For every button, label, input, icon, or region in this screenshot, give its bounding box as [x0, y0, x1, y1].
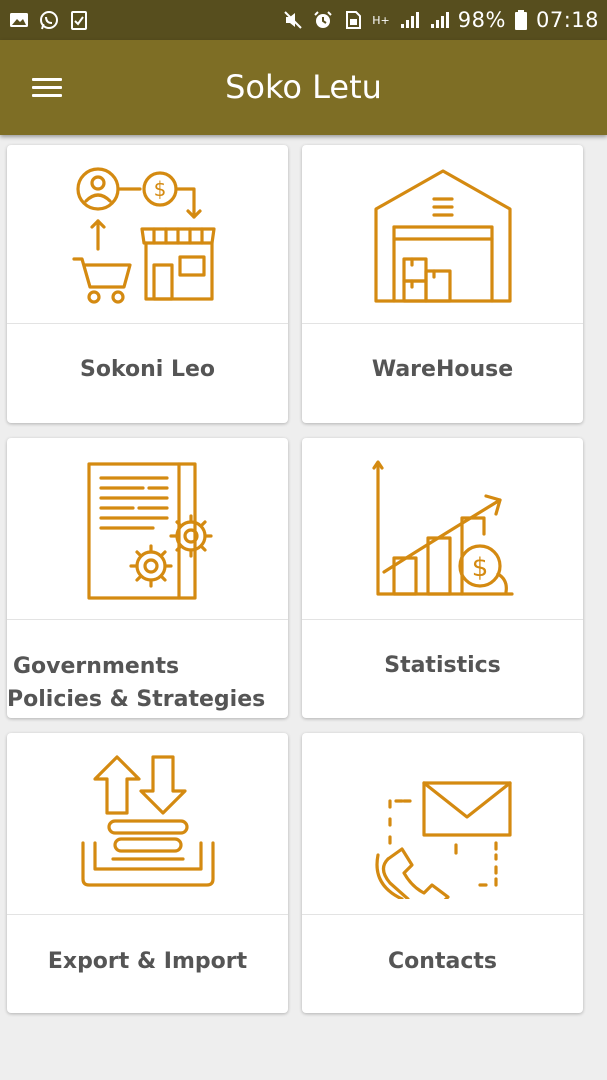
- card-divider: [302, 323, 583, 324]
- card-sokoni-leo[interactable]: $ Sokoni Leo: [7, 145, 288, 423]
- status-bar-left: [8, 9, 90, 31]
- card-icon-area: [7, 733, 288, 914]
- card-government-policies[interactable]: Governments Policies & Strategies: [7, 438, 288, 718]
- whatsapp-icon: [38, 9, 60, 31]
- card-label: Sokoni Leo: [79, 357, 216, 382]
- sim-icon: [342, 9, 364, 31]
- image-icon: [8, 9, 30, 31]
- card-label-line-2: Policies & Strategies: [7, 687, 266, 712]
- card-divider: [302, 619, 583, 620]
- alarm-icon: [312, 9, 334, 31]
- card-divider: [7, 619, 288, 620]
- card-icon-area: [302, 733, 583, 914]
- clock: 07:18: [535, 8, 599, 32]
- card-contacts[interactable]: Contacts: [302, 733, 583, 1013]
- signal-icon: [398, 9, 420, 31]
- svg-text:$: $: [153, 177, 166, 201]
- status-bar: H+ 98% 07:18: [0, 0, 607, 40]
- app-bar: Soko Letu: [0, 40, 607, 135]
- card-divider: [7, 914, 288, 915]
- card-icon-area: [7, 438, 288, 619]
- card-label: Contacts: [388, 949, 497, 974]
- card-label: WareHouse: [371, 357, 514, 382]
- card-warehouse[interactable]: WareHouse: [302, 145, 583, 423]
- contacts-icon: [374, 780, 512, 899]
- card-label: Export & Import: [47, 949, 248, 974]
- network-type: H+: [372, 13, 390, 27]
- warehouse-icon: [373, 169, 512, 303]
- card-label: Statistics: [384, 653, 501, 678]
- card-export-import[interactable]: Export & Import: [7, 733, 288, 1013]
- card-label: Governments Policies & Strategies: [7, 650, 288, 716]
- statistics-icon: $: [371, 459, 514, 596]
- policy-document-icon: [86, 461, 213, 600]
- app-title: Soko Letu: [225, 68, 382, 106]
- battery-percent: 98%: [457, 8, 506, 32]
- card-statistics[interactable]: $ Statistics: [302, 438, 583, 718]
- card-label-line-1: Governments: [13, 654, 180, 679]
- market-icon: $: [71, 167, 216, 304]
- battery-icon: [514, 9, 528, 31]
- signal-icon: [428, 9, 450, 31]
- card-icon-area: $: [7, 145, 288, 323]
- card-icon-area: [302, 145, 583, 323]
- card-divider: [7, 323, 288, 324]
- svg-text:$: $: [471, 553, 488, 583]
- card-icon-area: $: [302, 438, 583, 619]
- mute-icon: [282, 9, 304, 31]
- export-import-icon: [80, 754, 215, 887]
- checklist-icon: [68, 9, 90, 31]
- status-bar-right: H+ 98% 07:18: [282, 8, 599, 32]
- card-divider: [302, 914, 583, 915]
